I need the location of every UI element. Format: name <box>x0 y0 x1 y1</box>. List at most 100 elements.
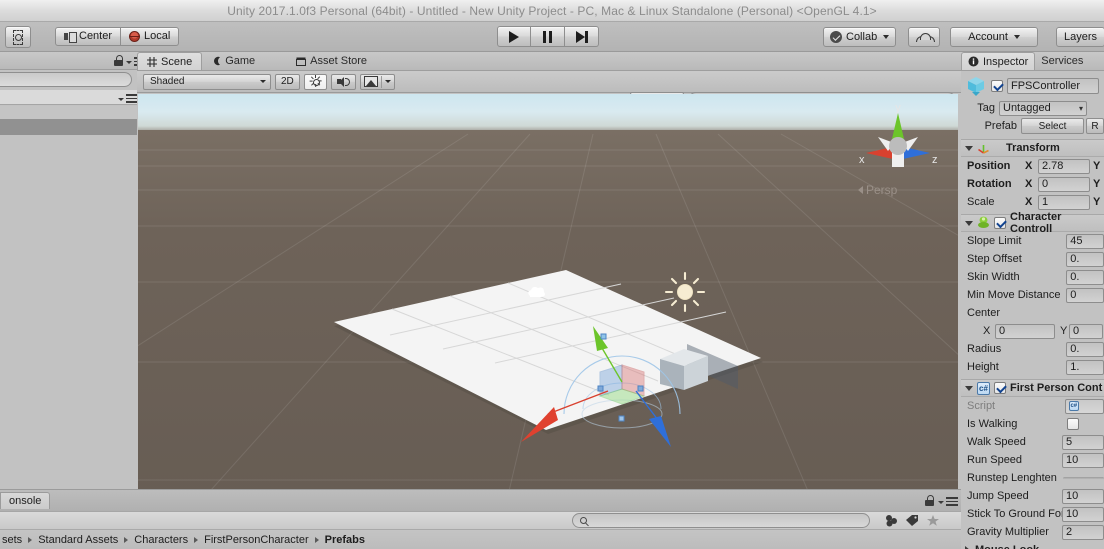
menu-icon[interactable] <box>118 94 138 105</box>
chevron-down-icon <box>883 35 890 39</box>
foldout-icon[interactable] <box>965 385 973 391</box>
sun-icon <box>309 75 322 87</box>
toggle-2d-button[interactable]: 2D <box>275 73 300 90</box>
scale-x-axis: X <box>1025 196 1033 208</box>
cc-skin-width-field[interactable]: 0. <box>1066 269 1104 285</box>
scale-x-field[interactable]: 1 <box>1038 194 1090 210</box>
scene-orientation-gizmo[interactable]: y x z Persp <box>848 99 948 209</box>
component-header-character-controller[interactable]: Character Controll <box>961 211 1104 235</box>
cc-min-move-distance-field[interactable]: 0 <box>1066 287 1104 303</box>
object-name-field[interactable]: FPSController <box>1007 78 1099 94</box>
directional-light-gizmo <box>664 271 706 313</box>
foldout-icon[interactable] <box>965 220 973 226</box>
position-y-axis: Y <box>1093 160 1101 172</box>
component-name-transform: Transform <box>1006 142 1060 154</box>
tag-value: Untagged <box>1003 102 1051 114</box>
center-icon <box>64 32 77 43</box>
tab-game[interactable]: Game <box>202 52 265 70</box>
star-icon[interactable] <box>926 513 940 527</box>
layers-button[interactable]: Layers <box>1056 27 1104 47</box>
tab-asset-store[interactable]: Asset Store <box>287 52 377 70</box>
rotation-x-field[interactable]: 0 <box>1038 176 1090 192</box>
fpc-jump-speed-field[interactable]: 10 <box>1061 488 1104 504</box>
prefab-select-label: Select <box>1038 120 1067 132</box>
object-active-checkbox[interactable] <box>991 80 1003 92</box>
rotation-x-axis: X <box>1025 178 1033 190</box>
position-x-field[interactable]: 2.78 <box>1038 158 1090 174</box>
tab-console[interactable]: onsole <box>0 492 51 509</box>
fpc-gravity-multiplier-field[interactable]: 2 <box>1061 524 1104 540</box>
cloud-services-button[interactable] <box>908 27 940 47</box>
cc-min-move-distance-row: Min Move Distance 0 <box>961 286 1104 304</box>
lock-icon[interactable] <box>114 55 123 66</box>
component-name-first-person-controller: First Person Cont <box>1010 382 1103 394</box>
scene-lighting-toggle[interactable] <box>303 73 327 90</box>
cc-height-field[interactable]: 1. <box>1066 359 1104 375</box>
cc-radius-field[interactable]: 0. <box>1066 341 1104 357</box>
scene-effects-toggle[interactable] <box>359 73 395 90</box>
tab-scene-label: Scene <box>161 55 193 68</box>
foldout-icon[interactable] <box>965 145 973 151</box>
pause-button[interactable] <box>531 26 565 47</box>
project-search-input[interactable] <box>572 513 870 528</box>
scene-audio-toggle[interactable] <box>330 73 356 90</box>
prefab-revert-button[interactable]: R <box>1086 118 1104 134</box>
tab-services[interactable]: Services <box>1035 52 1090 70</box>
fpc-walk-speed-field[interactable]: 5 <box>1061 434 1104 450</box>
play-button[interactable] <box>497 26 531 47</box>
fpc-script-object-field[interactable]: c# <box>1064 398 1104 414</box>
fpc-runstep-lenghten-slider[interactable] <box>1063 476 1104 480</box>
cc-step-offset-field[interactable]: 0. <box>1066 251 1104 267</box>
fpc-mouse-look-row[interactable]: Mouse Look <box>961 541 1104 549</box>
menu-icon[interactable] <box>938 497 958 508</box>
type-filter-icon[interactable] <box>884 513 898 527</box>
hierarchy-row-selected[interactable] <box>0 119 137 135</box>
hierarchy-search-input[interactable] <box>0 72 132 87</box>
pivot-center-button[interactable]: Center <box>55 27 122 46</box>
account-button[interactable]: Account <box>950 27 1038 47</box>
tab-inspector[interactable]: Inspector <box>961 52 1036 70</box>
prefab-cube-icon <box>965 75 987 97</box>
prefab-label: Prefab <box>984 120 1017 132</box>
handle-local-button[interactable]: Local <box>121 27 180 46</box>
chevron-right-icon <box>124 536 129 543</box>
fpc-jump-speed-label: Jump Speed <box>967 490 1029 502</box>
step-button[interactable] <box>565 26 599 47</box>
cc-slope-limit-field[interactable]: 45 <box>1066 233 1104 249</box>
cc-center-x-field[interactable]: 0 <box>995 323 1055 339</box>
component-header-transform[interactable]: Transform <box>961 139 1104 157</box>
fpc-run-speed-field[interactable]: 10 <box>1061 452 1104 468</box>
pivot-rect-tool-button[interactable] <box>5 26 31 48</box>
unity-editor-window: Unity 2017.1.0f3 Personal (64bit) - Unti… <box>0 0 1104 549</box>
fpc-stick-to-ground-force-field[interactable]: 10 <box>1061 506 1104 522</box>
label-filter-icon[interactable] <box>905 513 919 527</box>
scene-viewport[interactable]: y x z Persp <box>138 94 958 538</box>
breadcrumb-item-assets[interactable]: sets <box>2 534 22 546</box>
handle-local-label: Local <box>144 30 171 42</box>
collab-button[interactable]: Collab <box>823 27 897 47</box>
first-person-controller-enabled-checkbox[interactable] <box>994 382 1006 394</box>
cc-skin-width-row: Skin Width 0. <box>961 268 1104 286</box>
breadcrumb-item-characters[interactable]: Characters <box>134 534 188 546</box>
cc-center-y-field[interactable]: 0 <box>1069 323 1103 339</box>
scale-label: Scale <box>967 196 995 208</box>
scene-geometry <box>138 133 958 538</box>
breadcrumb: sets Standard Assets Characters FirstPer… <box>0 529 961 549</box>
tab-inspector-label: Inspector <box>983 55 1029 68</box>
pivot-rect-icon <box>13 29 23 45</box>
tag-dropdown[interactable]: Untagged ▾ <box>999 100 1087 116</box>
hierarchy-row[interactable] <box>0 106 137 119</box>
cc-center-header-row: Center <box>961 304 1104 322</box>
breadcrumb-item-firstpersoncharacter[interactable]: FirstPersonCharacter <box>204 534 309 546</box>
inspector-tabstrip: Inspector Services <box>961 52 1104 71</box>
breadcrumb-item-standard-assets[interactable]: Standard Assets <box>38 534 118 546</box>
draw-mode-dropdown[interactable]: Shaded <box>143 73 271 90</box>
character-controller-enabled-checkbox[interactable] <box>994 217 1006 229</box>
prefab-select-button[interactable]: Select <box>1021 118 1084 134</box>
component-header-first-person-controller[interactable]: c# First Person Cont <box>961 379 1104 397</box>
tab-scene[interactable]: Scene <box>137 52 203 70</box>
fpc-is-walking-checkbox[interactable] <box>1067 418 1079 430</box>
breadcrumb-item-prefabs[interactable]: Prefabs <box>325 534 365 546</box>
cc-min-move-distance-label: Min Move Distance <box>967 289 1061 301</box>
lock-icon[interactable] <box>925 495 934 506</box>
